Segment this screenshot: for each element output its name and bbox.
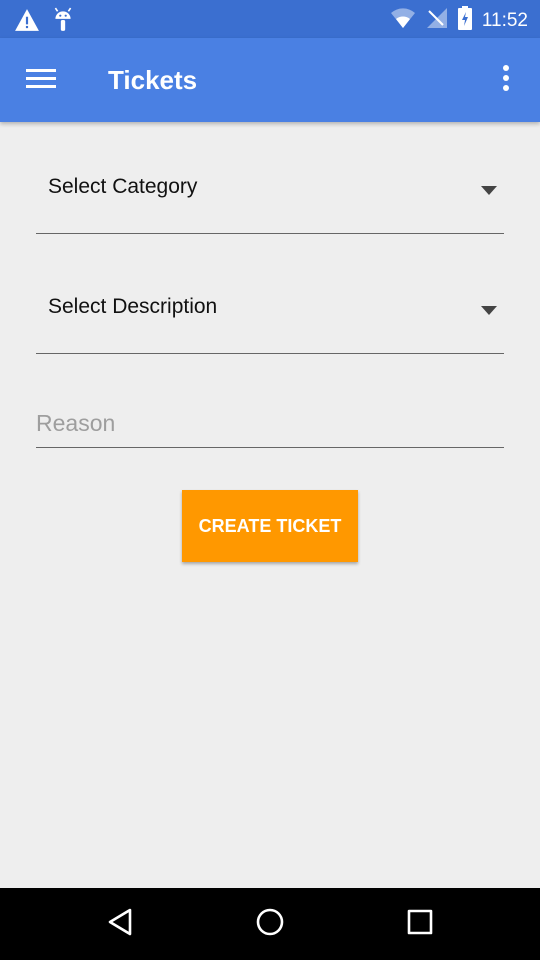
category-spinner[interactable]: Select Category <box>36 154 504 234</box>
category-spinner-label: Select Category <box>48 175 198 198</box>
recents-icon <box>407 909 433 940</box>
hamburger-menu-icon <box>26 67 56 94</box>
create-ticket-button[interactable]: CREATE TICKET <box>182 490 358 562</box>
android-icon <box>52 7 74 38</box>
status-left-icons <box>14 7 74 38</box>
description-spinner[interactable]: Select Description <box>36 274 504 354</box>
more-vertical-icon <box>502 64 510 97</box>
home-icon <box>255 907 285 942</box>
home-button[interactable] <box>248 902 292 946</box>
status-bar: 11:52 <box>0 0 540 38</box>
battery-icon <box>457 6 472 35</box>
dropdown-arrow-icon <box>481 303 497 315</box>
recents-button[interactable] <box>398 902 442 946</box>
page-title: Tickets <box>108 65 198 95</box>
description-spinner-label: Select Description <box>48 295 218 318</box>
wifi-icon <box>390 7 416 34</box>
status-time: 11:52 <box>481 9 528 31</box>
reason-input[interactable] <box>36 406 504 448</box>
app-bar: Tickets <box>0 38 540 122</box>
navigation-bar <box>0 888 540 960</box>
signal-icon <box>426 7 448 34</box>
overflow-menu-button[interactable] <box>486 58 526 102</box>
menu-button[interactable] <box>18 58 64 102</box>
warning-icon <box>14 8 40 37</box>
back-icon <box>106 907 134 942</box>
status-right-icons: 11:52 <box>390 6 528 35</box>
dropdown-arrow-icon <box>481 183 497 195</box>
back-button[interactable] <box>98 902 142 946</box>
